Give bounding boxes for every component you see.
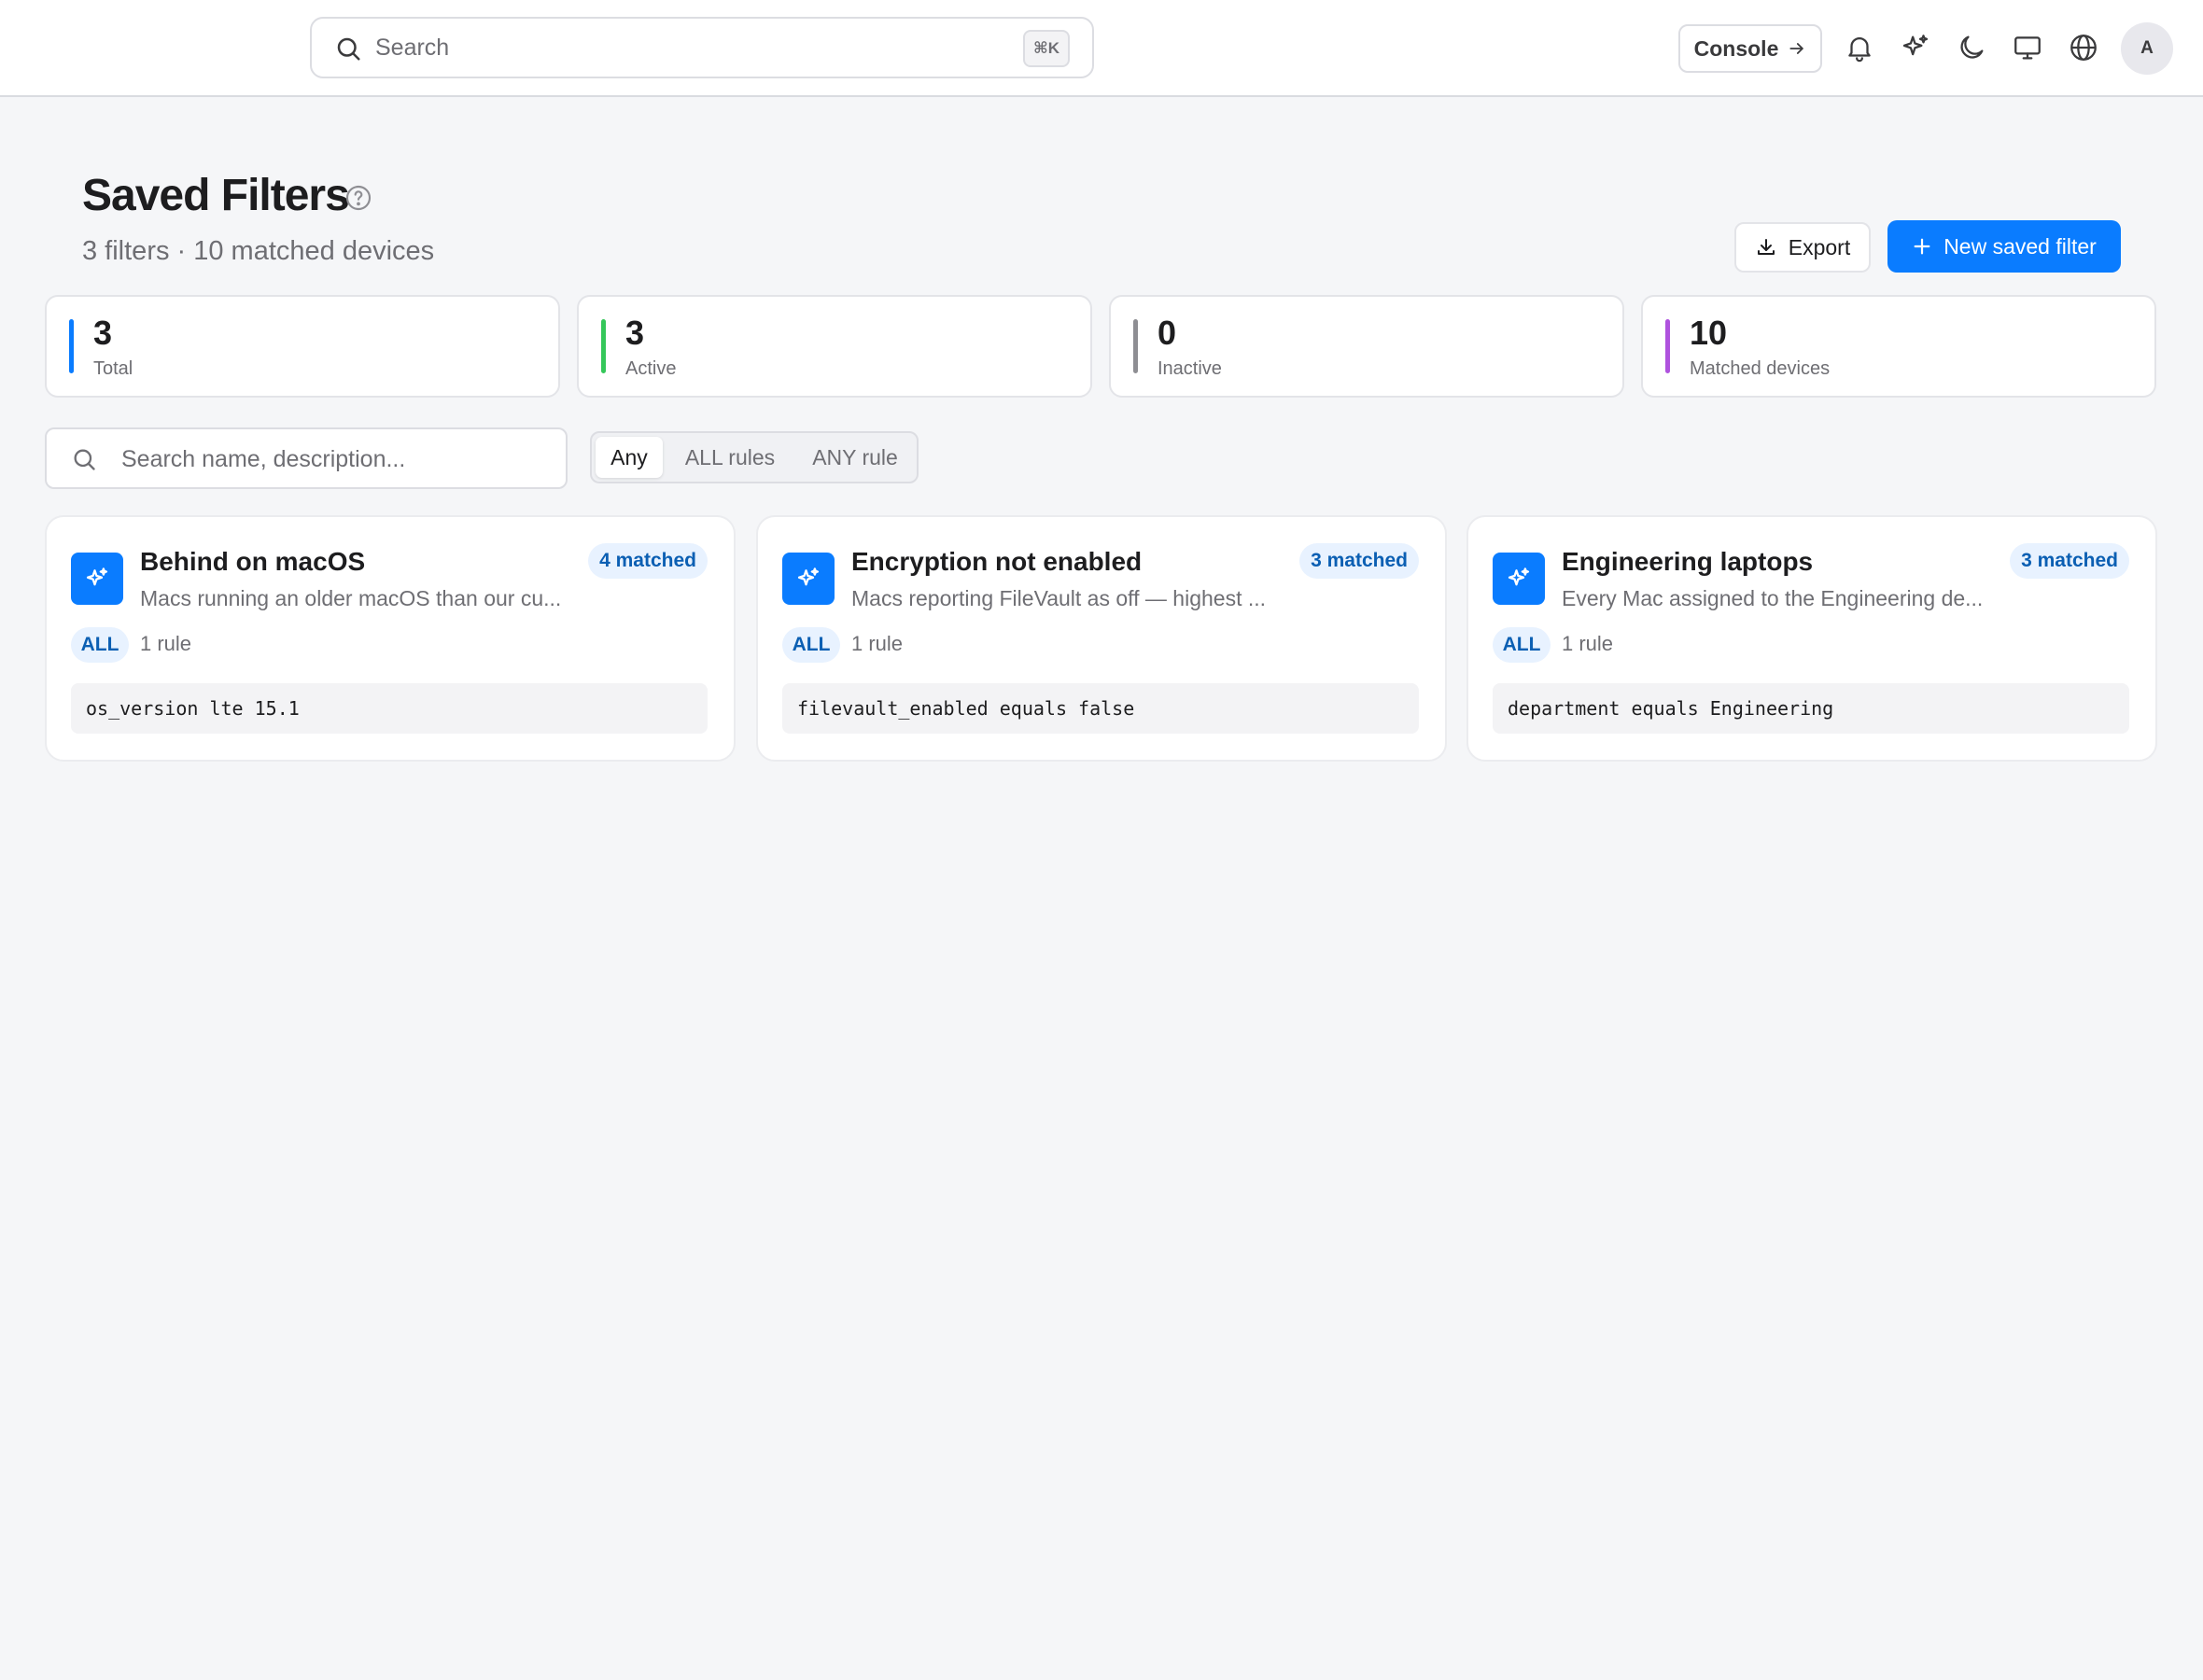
monitor-icon[interactable]	[2012, 32, 2043, 63]
global-search-input[interactable]: Search ⌘K	[310, 17, 1094, 78]
filter-search-field[interactable]	[45, 427, 568, 489]
filter-type-icon	[1493, 553, 1545, 605]
rule-expression: department equals Engineering	[1493, 683, 2129, 734]
stat-card-inactive: 0 Inactive	[1109, 295, 1624, 398]
sparkles-icon	[797, 567, 820, 586]
rule-expression: os_version lte 15.1	[71, 683, 708, 734]
match-mode-badge: ALL	[1493, 627, 1551, 663]
filter-description: Macs reporting FileVault as off — highes…	[851, 586, 1267, 610]
segment-all-rules[interactable]: ALL rules	[668, 437, 792, 478]
moon-icon[interactable]	[1956, 32, 1987, 63]
bell-icon[interactable]	[1844, 32, 1875, 63]
global-search-placeholder: Search	[375, 34, 450, 61]
stat-accent-bar	[1665, 319, 1670, 373]
stat-label: Total	[93, 358, 133, 379]
new-saved-filter-button[interactable]: New saved filter	[1887, 220, 2121, 273]
page-title: Saved Filters	[82, 171, 350, 220]
stat-card-total: 3 Total	[45, 295, 560, 398]
segment-any[interactable]: Any	[596, 437, 663, 478]
stat-label: Active	[625, 358, 677, 379]
stat-value: 3	[625, 314, 645, 352]
filter-title: Engineering laptops	[1562, 547, 1814, 576]
segment-any-rule[interactable]: ANY rule	[795, 437, 915, 478]
rule-count: 1 rule	[851, 632, 904, 655]
filter-title: Behind on macOS	[140, 547, 366, 576]
stat-accent-bar	[69, 319, 74, 373]
avatar[interactable]: A	[2121, 22, 2173, 75]
top-bar: Search ⌘K Console A	[0, 0, 2203, 97]
match-mode-segmented-control: Any ALL rules ANY rule	[590, 431, 919, 483]
download-icon	[1757, 239, 1775, 255]
page-subtitle: 3 filters · 10 matched devices	[82, 236, 435, 266]
stat-label: Matched devices	[1690, 358, 1831, 379]
stat-accent-bar	[601, 319, 606, 373]
matched-count-badge: 3 matched	[1299, 543, 1419, 579]
stat-value: 3	[93, 314, 113, 352]
matched-count-badge: 4 matched	[588, 543, 708, 579]
filter-card[interactable]: Encryption not enabled Macs reporting Fi…	[756, 515, 1447, 762]
match-mode-badge: ALL	[782, 627, 840, 663]
stat-value: 0	[1158, 314, 1177, 352]
globe-icon[interactable]	[2068, 32, 2099, 63]
avatar-initial: A	[2140, 38, 2154, 58]
rule-count: 1 rule	[1562, 632, 1614, 655]
sparkles-icon	[1508, 567, 1530, 586]
sparkles-icon	[86, 567, 108, 586]
search-icon	[74, 449, 95, 470]
help-icon[interactable]	[344, 183, 373, 213]
stat-accent-bar	[1133, 319, 1138, 373]
console-button[interactable]: Console	[1678, 24, 1822, 73]
search-icon	[337, 37, 360, 61]
filter-description: Macs running an older macOS than our cu.…	[140, 586, 562, 610]
stat-card-active: 3 Active	[577, 295, 1092, 398]
console-button-label: Console	[1693, 35, 1779, 61]
export-button-label: Export	[1788, 234, 1851, 259]
filter-description: Every Mac assigned to the Engineering de…	[1562, 586, 1984, 610]
filter-search-input[interactable]	[121, 441, 541, 478]
filter-type-icon	[782, 553, 835, 605]
sparkles-icon[interactable]	[1900, 32, 1931, 63]
rule-count: 1 rule	[140, 632, 192, 655]
new-saved-filter-label: New saved filter	[1943, 233, 2097, 259]
rule-expression: filevault_enabled equals false	[782, 683, 1419, 734]
plus-icon	[1914, 238, 1930, 255]
export-button[interactable]: Export	[1734, 222, 1871, 273]
shortcut-badge: ⌘K	[1023, 30, 1070, 67]
filter-title: Encryption not enabled	[851, 547, 1143, 576]
arrow-right-icon	[1789, 43, 1804, 54]
stat-value: 10	[1690, 314, 1728, 352]
stat-label: Inactive	[1158, 358, 1222, 379]
filter-card[interactable]: Behind on macOS Macs running an older ma…	[45, 515, 736, 762]
stat-card-matched-devices: 10 Matched devices	[1641, 295, 2156, 398]
matched-count-badge: 3 matched	[2010, 543, 2129, 579]
match-mode-badge: ALL	[71, 627, 129, 663]
filter-type-icon	[71, 553, 123, 605]
filter-card[interactable]: Engineering laptops Every Mac assigned t…	[1466, 515, 2157, 762]
